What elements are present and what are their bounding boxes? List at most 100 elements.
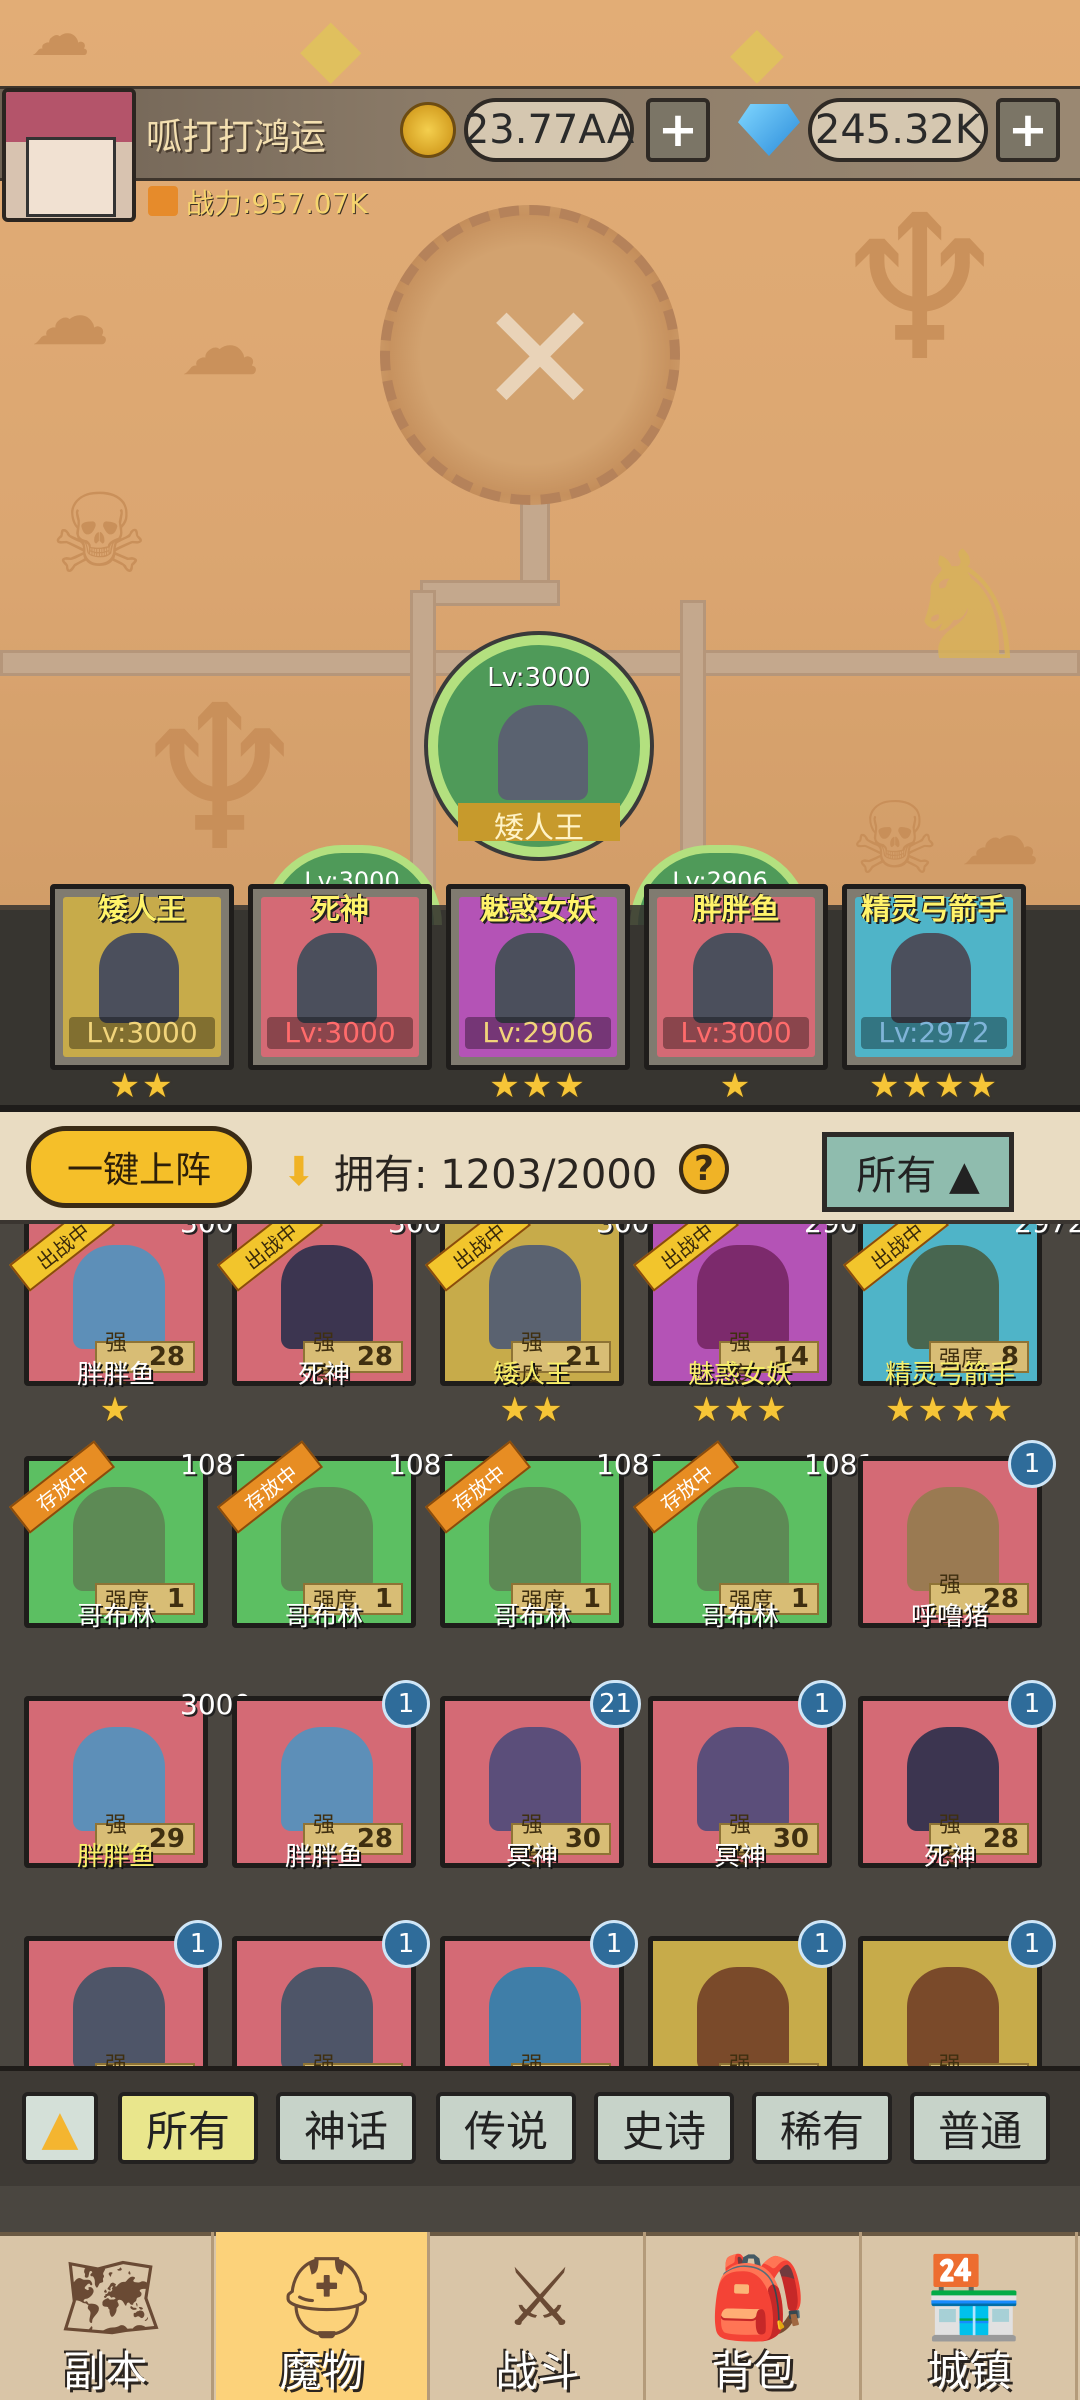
power-icon	[148, 186, 178, 216]
monster-name: 死神	[297, 1360, 350, 1390]
monster-portrait	[73, 1487, 165, 1591]
strength-label: 强度	[729, 2053, 752, 2066]
crystal-icon: ◆	[300, 0, 362, 93]
add-gems-button[interactable]: +	[996, 98, 1060, 162]
nav-tab[interactable]: 🗺 副本	[0, 2232, 214, 2400]
star-rating: ★★★★	[869, 1066, 999, 1106]
star-rating: ★★★★	[885, 1390, 1015, 1430]
monster-name: 呼噜猪	[910, 1602, 989, 1632]
monster-name: 胖胖鱼	[76, 1842, 155, 1872]
star-rating: ★★★	[489, 1066, 587, 1106]
star-rating: ★★	[499, 1390, 565, 1430]
bush-icon: ☁	[30, 0, 90, 70]
bush-icon: ☁	[180, 300, 260, 393]
rarity-tab[interactable]: 传说	[436, 2092, 576, 2164]
monster-name: 哥布林	[700, 1602, 779, 1632]
auto-deploy-button[interactable]: 一键上阵	[26, 1126, 252, 1208]
nav-label: 城镇	[927, 2347, 1012, 2396]
skull-icon: ☠	[850, 780, 940, 897]
monster-portrait	[693, 933, 773, 1023]
monster-name: 矮人王	[492, 1360, 571, 1390]
team-slot-name: 死神	[310, 892, 369, 926]
avatar[interactable]	[2, 88, 136, 222]
nav-label: 战斗	[495, 2347, 580, 2396]
monster-count-badge: 1	[382, 1680, 430, 1728]
cat-statue-icon: ♞	[900, 520, 1035, 694]
shop-icon: 🏪	[924, 2251, 1024, 2344]
team-slot-level: Lv:2906	[465, 1017, 611, 1049]
monster-name: 冥神	[505, 1842, 558, 1872]
monster-name: 哥布林	[76, 1602, 155, 1632]
guild-emblem[interactable]: ✕	[380, 205, 680, 505]
owned-count: 拥有: 1203/2000	[334, 1152, 658, 1198]
rarity-tab[interactable]: 所有	[118, 2092, 258, 2164]
strength-label: 强度	[939, 2053, 962, 2066]
rarity-tab[interactable]: 史诗	[594, 2092, 734, 2164]
help-button[interactable]: ?	[679, 1144, 729, 1194]
monster-count-badge: 21	[590, 1680, 642, 1728]
bush-icon: ☁	[30, 270, 110, 363]
rarity-tab[interactable]: 稀有	[752, 2092, 892, 2164]
gem-amount: 245.32K	[808, 98, 988, 162]
backpack-icon: 🎒	[708, 2251, 808, 2344]
gold-coin-icon	[400, 102, 456, 158]
collapse-up-button[interactable]: ▲	[22, 2092, 98, 2164]
team-slot-level: Lv:2972	[861, 1017, 1007, 1049]
bush-icon: ☁	[960, 790, 1040, 883]
nav-tab[interactable]: ⚔ 战斗	[432, 2232, 646, 2400]
monster-name: 哥布林	[492, 1602, 571, 1632]
monster-portrait	[495, 933, 575, 1023]
monster-count-badge: 1	[798, 1920, 846, 1968]
monster-count-badge: 1	[1008, 1680, 1056, 1728]
helmet-icon: ⛑	[276, 2251, 378, 2344]
monster-count-badge: 1	[590, 1920, 638, 1968]
dwarf-king-portrait	[498, 705, 588, 800]
strength-label: 强度	[521, 2053, 544, 2066]
boss-name: 矮人王	[458, 803, 620, 846]
strength-label: 强度	[105, 2053, 128, 2066]
team-slot-level: Lv:3000	[663, 1017, 809, 1049]
avatar-face	[26, 137, 116, 217]
team-slot-name: 矮人王	[98, 892, 186, 926]
player-name: 呱打打鸿运	[146, 117, 327, 158]
monster-name: 哥布林	[284, 1602, 363, 1632]
filter-dropdown[interactable]: 所有 ▲	[822, 1132, 1014, 1212]
team-slot-name: 魅惑女妖	[479, 892, 596, 926]
monster-count-badge: 1	[1008, 1440, 1056, 1488]
crystal-icon: ◆	[730, 10, 784, 92]
rarity-tab[interactable]: 普通	[910, 2092, 1050, 2164]
monster-name: 冥神	[713, 1842, 766, 1872]
nav-tab[interactable]: 🏪 城镇	[864, 2232, 1078, 2400]
add-gold-button[interactable]: +	[646, 98, 710, 162]
monster-portrait	[297, 933, 377, 1023]
down-arrow-icon: ⬇	[282, 1149, 316, 1195]
star-rating: ★	[99, 1390, 133, 1430]
monster-portrait	[99, 933, 179, 1023]
nav-label: 副本	[63, 2347, 148, 2396]
team-slot-name: 精灵弓箭手	[861, 892, 1007, 926]
nav-tab[interactable]: 🎒 背包	[648, 2232, 862, 2400]
rarity-tab[interactable]: 神话	[276, 2092, 416, 2164]
spacer	[0, 2186, 1080, 2232]
monster-name: 魅惑女妖	[687, 1360, 792, 1390]
strength-label: 强度	[313, 2053, 336, 2066]
cactus-icon: ♆	[830, 173, 1010, 406]
monster-name: 精灵弓箭手	[884, 1360, 1015, 1390]
star-rating: ★	[719, 1066, 753, 1106]
monster-count-badge: 1	[382, 1920, 430, 1968]
triangle-up-icon: ▲	[41, 2100, 79, 2156]
monster-portrait	[907, 1245, 999, 1349]
team-slot-level: Lv:3000	[69, 1017, 215, 1049]
avatar-hat	[6, 92, 132, 142]
crossed-swords-icon: ✕	[477, 273, 603, 447]
map-road	[420, 580, 560, 606]
monster-grid: 强度28胖胖鱼3000出战中★强度28死神3000出战中强度21矮人王3000出…	[0, 1224, 1080, 2066]
team-slot-name: 胖胖鱼	[692, 892, 780, 926]
boss-node[interactable]: Lv:3000 矮人王	[428, 635, 650, 857]
monster-name: 胖胖鱼	[284, 1842, 363, 1872]
monster-count-badge: 1	[798, 1680, 846, 1728]
nav-label: 背包	[711, 2347, 796, 2396]
nav-tab[interactable]: ⛑ 魔物	[216, 2232, 430, 2400]
boss-level: Lv:3000	[487, 663, 591, 693]
team-slot-level: Lv:3000	[267, 1017, 413, 1049]
